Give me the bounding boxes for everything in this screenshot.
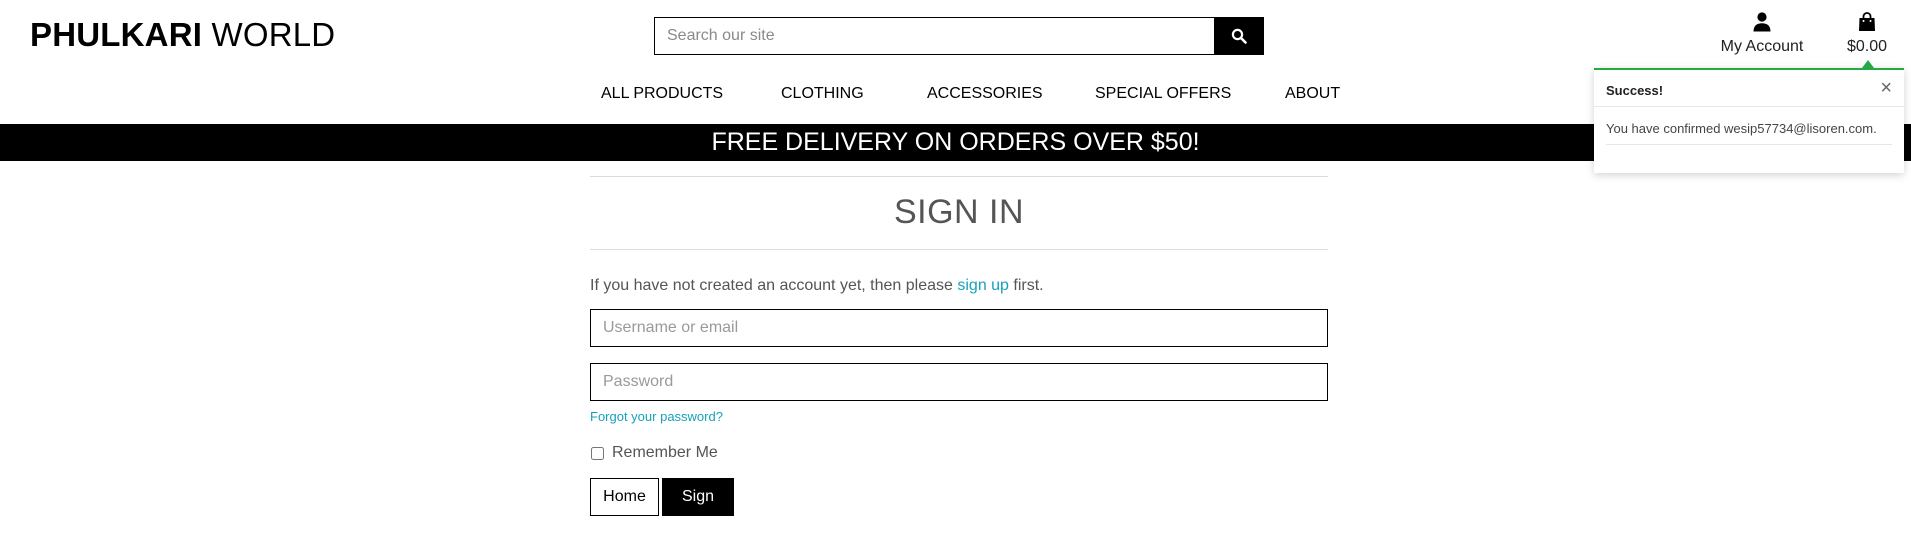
sign-in-button[interactable]: Sign In — [662, 478, 734, 541]
toast-header: Success! × — [1594, 70, 1904, 107]
logo-bold-text: PHULKARI — [30, 16, 203, 53]
nav-about[interactable]: ABOUT — [1285, 85, 1340, 103]
shopping-bag-link[interactable]: $0.00 — [1838, 12, 1896, 56]
success-toast: Success! × You have confirmed wesip57734… — [1594, 60, 1904, 173]
nav-all-products[interactable]: ALL PRODUCTS — [601, 85, 723, 103]
remember-me-checkbox[interactable] — [591, 446, 604, 460]
logo-light-text: WORLD — [211, 16, 336, 53]
my-account-label: My Account — [1720, 38, 1804, 55]
bag-total: $0.00 — [1846, 38, 1888, 55]
toast-title: Success! — [1606, 83, 1664, 98]
search-button[interactable] — [1214, 17, 1264, 55]
divider-bottom — [590, 249, 1328, 250]
shopping-bag-icon — [1859, 12, 1875, 31]
nav-accessories[interactable]: ACCESSORIES — [927, 85, 1043, 103]
signup-link[interactable]: sign up — [957, 277, 1009, 294]
my-account-link[interactable]: My Account — [1712, 12, 1812, 56]
nav-special-offers[interactable]: SPECIAL OFFERS — [1095, 85, 1231, 103]
username-field[interactable] — [590, 309, 1328, 347]
signup-prompt-before: If you have not created an account yet, … — [590, 277, 958, 294]
home-button[interactable]: Home — [590, 478, 659, 516]
signup-prompt: If you have not created an account yet, … — [590, 277, 1328, 295]
toast-arrow — [1862, 60, 1874, 68]
search-form — [654, 17, 1264, 55]
form-buttons: Home Sign In — [590, 478, 1328, 541]
page: PHULKARI WORLD My Account $0.00 ALL — [0, 0, 1911, 552]
nav-clothing[interactable]: CLOTHING — [781, 85, 864, 103]
signup-prompt-after: first. — [1008, 277, 1044, 294]
search-icon — [1231, 28, 1247, 44]
page-title: SIGN IN — [893, 193, 1025, 231]
remember-me[interactable]: Remember Me — [590, 444, 1328, 462]
user-icon — [1753, 12, 1771, 32]
toast-message: You have confirmed wesip57734@lisoren.co… — [1606, 121, 1892, 145]
close-icon[interactable]: × — [1880, 78, 1892, 98]
site-logo[interactable]: PHULKARI WORLD — [30, 16, 335, 54]
signin-section: SIGN IN If you have not created an accou… — [590, 176, 1328, 541]
toast-body: You have confirmed wesip57734@lisoren.co… — [1594, 107, 1904, 145]
forgot-password-link[interactable]: Forgot your password? — [590, 409, 723, 424]
password-field[interactable] — [590, 363, 1328, 401]
search-input[interactable] — [654, 17, 1214, 55]
remember-me-label: Remember Me — [612, 444, 718, 461]
